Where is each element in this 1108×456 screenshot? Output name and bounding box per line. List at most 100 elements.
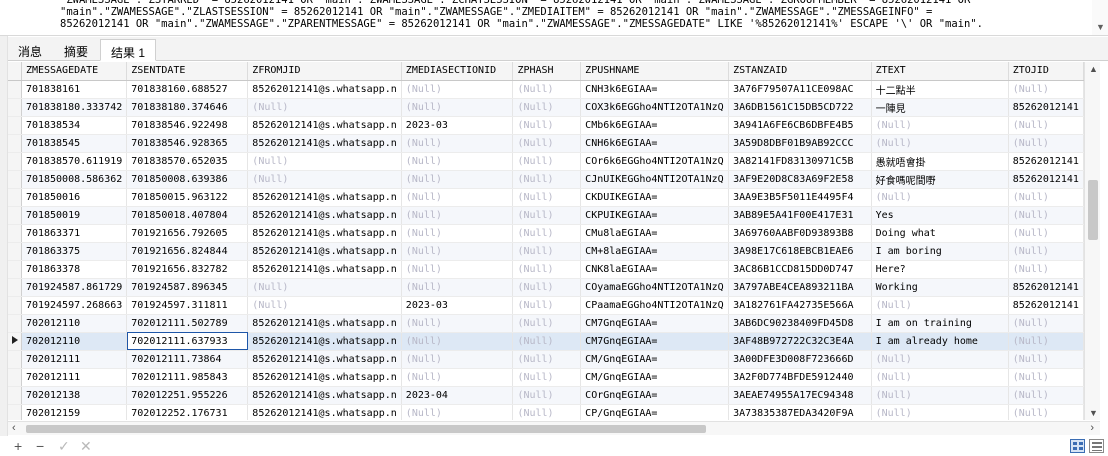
table-cell-ztojid[interactable]: (Null) [1008, 368, 1084, 387]
sql-text[interactable]: "ZWAMESSAGE"."ZSTARRED" = 85262012141 OR… [60, 0, 983, 30]
table-cell-zmessagedate[interactable]: 701924587.861729 [21, 278, 128, 297]
table-cell-zpushname[interactable]: CKPUIKEGIAA= [580, 206, 730, 225]
row-selector[interactable] [8, 170, 22, 189]
row-selector[interactable] [8, 206, 22, 225]
row-selector[interactable] [8, 368, 22, 387]
table-cell-zfromjid[interactable]: 85262012141@s.whatsapp.n [247, 206, 402, 225]
table-cell-zstanzaid[interactable]: 3AA9E3B5F5011E4495F4 [728, 188, 872, 207]
table-cell-zpushname[interactable]: CM7GnqEGIAA= [580, 332, 730, 351]
table-row[interactable]: 702012159 702012252.176731 85262012141@s.w… [8, 404, 1084, 420]
table-row[interactable]: 701924597.268663 701924597.311811 (Null) 20… [8, 296, 1084, 315]
table-cell-zsentdate[interactable]: 701921656.792605 [126, 224, 249, 243]
table-cell-zstanzaid[interactable]: 3AF48B972722C32C3E4A [728, 332, 872, 351]
table-cell-zstanzaid[interactable]: 3AEAE74955A17EC94348 [728, 386, 872, 405]
row-selector[interactable] [8, 242, 22, 261]
table-cell-ztojid[interactable]: 85262012141 [1008, 152, 1084, 171]
result-table[interactable]: ZMESSAGEDATE ZSENTDATE ZFROMJID ZMEDIASECTI… [8, 62, 1084, 420]
table-cell-zmediasectionid[interactable]: 2023-03 [401, 116, 514, 135]
row-selector[interactable] [8, 224, 22, 243]
table-cell-zmessagedate[interactable]: 701850019 [21, 206, 128, 225]
grid-vertical-scrollbar[interactable]: ▲ ▼ [1084, 62, 1100, 420]
table-cell-ztext[interactable]: 愚就唔會掛 [871, 152, 1009, 171]
column-header-zstanzaid[interactable]: ZSTANZAID [728, 62, 872, 81]
table-cell-zmediasectionid[interactable]: (Null) [401, 332, 514, 351]
table-cell-zsentdate[interactable]: 701850008.639386 [126, 170, 249, 189]
table-cell-zphash[interactable]: (Null) [512, 206, 582, 225]
table-cell-ztojid[interactable]: (Null) [1008, 314, 1084, 333]
table-cell-ztojid[interactable]: 85262012141 [1008, 278, 1084, 297]
table-cell-zstanzaid[interactable]: 3A797ABE4CEA893211BA [728, 278, 872, 297]
table-cell-zmediasectionid[interactable]: (Null) [401, 242, 514, 261]
table-cell-zpushname[interactable]: COX3k6EGGho4NTI2OTA1NzQ [580, 98, 730, 117]
table-row[interactable]: 701838545 701838546.928365 85262012141@s.w… [8, 134, 1084, 153]
table-cell-zpushname[interactable]: CNH3k6EGIAA= [580, 80, 730, 99]
row-selector[interactable] [8, 404, 22, 420]
table-cell-zmessagedate[interactable]: 702012111 [21, 368, 128, 387]
horizontal-scroll-thumb[interactable] [26, 425, 706, 433]
table-cell-ztojid[interactable]: (Null) [1008, 242, 1084, 261]
table-cell-zfromjid[interactable]: 85262012141@s.whatsapp.n [247, 368, 402, 387]
table-cell-ztext[interactable]: 十二點半 [871, 80, 1009, 99]
tab-summary[interactable]: 摘要 [54, 39, 98, 61]
table-cell-zsentdate[interactable]: 702012252.176731 [126, 404, 249, 420]
table-cell-zfromjid[interactable]: 85262012141@s.whatsapp.n [247, 332, 402, 351]
table-row[interactable]: 702012110 702012111.502789 85262012141@s.w… [8, 314, 1084, 333]
scroll-up-icon[interactable]: ▲ [1089, 64, 1098, 74]
table-cell-ztext[interactable]: Here? [871, 260, 1009, 279]
table-cell-zmediasectionid[interactable]: (Null) [401, 278, 514, 297]
table-cell-zpushname[interactable]: CM/GnqEGIAA= [580, 350, 730, 369]
table-cell-zmediasectionid[interactable]: (Null) [401, 260, 514, 279]
table-cell-zsentdate[interactable]: 702012111.502789 [126, 314, 249, 333]
table-cell-zmediasectionid[interactable]: (Null) [401, 404, 514, 420]
delete-record-button[interactable]: − [36, 437, 44, 455]
table-cell-zstanzaid[interactable]: 3A941A6FE6CB6DBFE4B5 [728, 116, 872, 135]
column-header-zmediasectionid[interactable]: ZMEDIASECTIONID [401, 62, 514, 81]
row-selector-header[interactable] [8, 62, 22, 81]
table-row[interactable]: 702012138 702012251.955226 85262012141@s.w… [8, 386, 1084, 405]
table-cell-ztext[interactable]: (Null) [871, 350, 1009, 369]
scroll-right-icon[interactable]: › [1090, 422, 1094, 434]
table-cell-zstanzaid[interactable]: 3A00DFE3D008F723666D [728, 350, 872, 369]
table-cell-ztext[interactable]: (Null) [871, 368, 1009, 387]
table-cell-zfromjid[interactable]: 85262012141@s.whatsapp.n [247, 350, 402, 369]
table-cell-ztojid[interactable]: (Null) [1008, 116, 1084, 135]
column-header-zfromjid[interactable]: ZFROMJID [247, 62, 402, 81]
table-row[interactable]: 701863378 701921656.832782 85262012141@s.w… [8, 260, 1084, 279]
table-cell-ztext[interactable]: (Null) [871, 116, 1009, 135]
table-cell-ztojid[interactable]: (Null) [1008, 350, 1084, 369]
table-cell-zsentdate[interactable]: 702012111.73864 [126, 350, 249, 369]
table-cell-zfromjid[interactable]: (Null) [247, 296, 402, 315]
table-cell-ztext[interactable]: (Null) [871, 404, 1009, 420]
table-cell-zstanzaid[interactable]: 3A98E17C618EBCB1EAE6 [728, 242, 872, 261]
table-cell-zphash[interactable]: (Null) [512, 386, 582, 405]
result-grid[interactable]: ZMESSAGEDATE ZSENTDATE ZFROMJID ZMEDIASECTI… [8, 62, 1084, 420]
table-cell-zpushname[interactable]: CMb6k6EGIAA= [580, 116, 730, 135]
table-cell-zfromjid[interactable]: 85262012141@s.whatsapp.n [247, 242, 402, 261]
tab-result-1[interactable]: 结果 1 [100, 39, 157, 61]
table-cell-ztext[interactable]: (Null) [871, 134, 1009, 153]
discard-changes-button[interactable]: ✕ [80, 437, 92, 455]
table-cell-zphash[interactable]: (Null) [512, 170, 582, 189]
grid-view-icon[interactable] [1070, 439, 1085, 453]
table-cell-zphash[interactable]: (Null) [512, 314, 582, 333]
table-row[interactable]: 701863375 701921656.824844 85262012141@s.w… [8, 242, 1084, 261]
row-selector[interactable] [8, 278, 22, 297]
column-header-ztojid[interactable]: ZTOJID [1008, 62, 1084, 81]
table-cell-zsentdate[interactable]: 701921656.824844 [126, 242, 249, 261]
table-cell-ztojid[interactable]: (Null) [1008, 206, 1084, 225]
column-header-zpushname[interactable]: ZPUSHNAME [580, 62, 730, 81]
table-cell-zphash[interactable]: (Null) [512, 98, 582, 117]
table-cell-ztext[interactable]: I am on training [871, 314, 1009, 333]
row-selector[interactable] [8, 98, 22, 117]
table-cell-zsentdate[interactable]: 702012251.955226 [126, 386, 249, 405]
table-cell-zfromjid[interactable]: 85262012141@s.whatsapp.n [247, 116, 402, 135]
table-cell-zstanzaid[interactable]: 3A69760AABF0D93893B8 [728, 224, 872, 243]
table-cell-zmessagedate[interactable]: 701838180.333742 [21, 98, 128, 117]
table-cell-zpushname[interactable]: CKDUIKEGIAA= [580, 188, 730, 207]
table-cell-zmediasectionid[interactable]: (Null) [401, 206, 514, 225]
table-cell-zmessagedate[interactable]: 701838534 [21, 116, 128, 135]
table-cell-ztojid[interactable]: 85262012141 [1008, 296, 1084, 315]
table-cell-zphash[interactable]: (Null) [512, 404, 582, 420]
table-cell-ztext[interactable]: I am already home [871, 332, 1009, 351]
table-cell-ztojid[interactable]: (Null) [1008, 224, 1084, 243]
